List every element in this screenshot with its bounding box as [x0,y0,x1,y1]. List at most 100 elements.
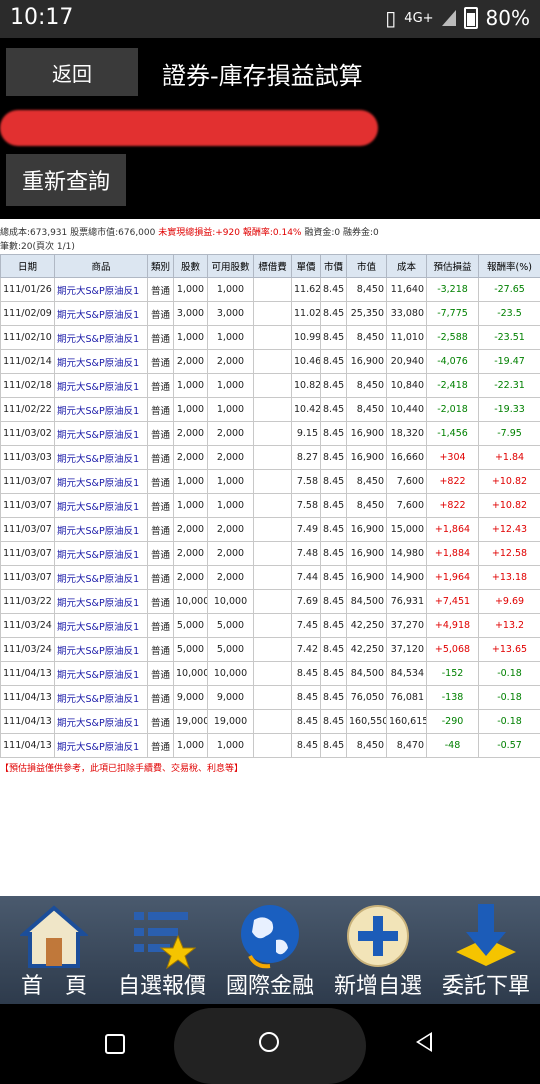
nav-watchlist[interactable]: 自選報價 [108,896,216,1004]
col-shares-cell: 9,000 [174,686,208,710]
col-type-cell: 普通 [148,542,174,566]
home-circle-icon[interactable] [259,1032,279,1052]
col-product-cell: 期元大S&P原油反1 [55,542,148,566]
col-available-header: 可用股數 [208,255,254,278]
col-cost-cell: 8,470 [387,734,427,758]
col-unit-price-cell: 7.42 [292,638,321,662]
globe-icon [236,902,304,970]
col-type-cell: 普通 [148,566,174,590]
col-shares-cell: 2,000 [174,422,208,446]
col-market-value-cell: 8,450 [347,374,387,398]
col-type-cell: 普通 [148,470,174,494]
col-date-cell: 111/03/22 [1,590,55,614]
col-type-cell: 普通 [148,446,174,470]
nav-international[interactable]: 國際金融 [216,896,324,1004]
col-shares-cell: 1,000 [174,398,208,422]
col-date-cell: 111/02/18 [1,374,55,398]
col-borrow-fee-cell [254,518,292,542]
network-label: 4G+ [404,11,433,26]
col-market-value-cell: 8,450 [347,494,387,518]
order-icon [452,902,520,970]
col-shares-cell: 5,000 [174,638,208,662]
back-button[interactable]: 返回 [6,48,138,96]
status-bar: 10:17 ▯ 4G+ 80% [0,0,540,38]
nav-home-label: 首 頁 [0,968,108,1000]
col-pnl-cell: -48 [427,734,479,758]
col-shares-cell: 10,000 [174,662,208,686]
col-market-price-cell: 8.45 [321,614,347,638]
col-market-price-cell: 8.45 [321,734,347,758]
col-cost-cell: 10,840 [387,374,427,398]
col-available-cell: 1,000 [208,374,254,398]
col-product-header: 商品 [55,255,148,278]
col-shares-cell: 2,000 [174,350,208,374]
col-unit-price-cell: 8.45 [292,710,321,734]
nav-watchlist-label: 自選報價 [108,968,216,1000]
col-market-price-cell: 8.45 [321,566,347,590]
nav-order[interactable]: 委託下單 [432,896,540,1004]
col-available-cell: 2,000 [208,518,254,542]
col-borrow-fee-cell [254,422,292,446]
col-available-cell: 2,000 [208,422,254,446]
col-market-price-cell: 8.45 [321,518,347,542]
table-row: 111/04/13期元大S&P原油反1普通10,00010,0008.458.4… [1,662,540,686]
summary-margin: 融資金:0 融券金:0 [301,228,378,238]
col-type-cell: 普通 [148,278,174,302]
col-available-cell: 10,000 [208,590,254,614]
col-borrow-fee-cell [254,302,292,326]
summary-totals: 總成本:673,931 股票總市值:676,000 [0,228,158,238]
summary: 總成本:673,931 股票總市值:676,000 未實現總損益:+920 報酬… [0,219,540,254]
col-pnl-cell: -2,588 [427,326,479,350]
col-pnl-cell: -4,076 [427,350,479,374]
table-row: 111/03/07期元大S&P原油反1普通2,0002,0007.498.451… [1,518,540,542]
col-unit-price-cell: 10.82 [292,374,321,398]
col-available-cell: 2,000 [208,566,254,590]
col-date-cell: 111/03/24 [1,638,55,662]
col-product-cell: 期元大S&P原油反1 [55,398,148,422]
col-pnl-cell: -1,456 [427,422,479,446]
col-market-value-cell: 8,450 [347,326,387,350]
col-date-cell: 111/01/26 [1,278,55,302]
col-date-cell: 111/03/07 [1,542,55,566]
col-pnl-cell: -138 [427,686,479,710]
col-type-header: 類別 [148,255,174,278]
col-date-cell: 111/02/22 [1,398,55,422]
col-date-cell: 111/03/02 [1,422,55,446]
col-cost-cell: 14,900 [387,566,427,590]
table-row: 111/02/22期元大S&P原油反1普通1,0001,00010.428.45… [1,398,540,422]
col-shares-cell: 19,000 [174,710,208,734]
col-type-cell: 普通 [148,590,174,614]
col-return-cell: +1.84 [479,446,540,470]
col-cost-header: 成本 [387,255,427,278]
col-pnl-cell: +5,068 [427,638,479,662]
recents-icon[interactable] [105,1034,125,1054]
col-date-cell: 111/03/07 [1,518,55,542]
requery-button[interactable]: 重新查詢 [6,154,126,206]
col-pnl-cell: -2,418 [427,374,479,398]
col-unit-price-cell: 7.48 [292,542,321,566]
col-market-price-cell: 8.45 [321,302,347,326]
col-borrow-fee-cell [254,734,292,758]
col-market-value-cell: 8,450 [347,734,387,758]
col-market-price-cell: 8.45 [321,326,347,350]
col-product-cell: 期元大S&P原油反1 [55,686,148,710]
col-pnl-cell: +1,884 [427,542,479,566]
nav-add-watch[interactable]: 新增自選 [324,896,432,1004]
col-unit-price-cell: 10.46 [292,350,321,374]
col-cost-cell: 14,980 [387,542,427,566]
back-triangle-icon[interactable] [416,1032,432,1052]
col-market-value-cell: 16,900 [347,566,387,590]
col-cost-cell: 11,640 [387,278,427,302]
col-pnl-cell: -7,775 [427,302,479,326]
col-type-cell: 普通 [148,614,174,638]
col-date-cell: 111/04/13 [1,662,55,686]
table-row: 111/03/24期元大S&P原油反1普通5,0005,0007.458.454… [1,614,540,638]
col-market-price-cell: 8.45 [321,710,347,734]
col-market-price-cell: 8.45 [321,590,347,614]
col-available-cell: 1,000 [208,278,254,302]
holdings-table: 日期商品類別股數可用股數標借費單價市價市值成本預估損益報酬率(%) 111/01… [0,254,540,758]
nav-home[interactable]: 首 頁 [0,896,108,1004]
col-product-cell: 期元大S&P原油反1 [55,590,148,614]
col-borrow-fee-cell [254,446,292,470]
summary-line-1: 總成本:673,931 股票總市值:676,000 未實現總損益:+920 報酬… [0,226,540,240]
